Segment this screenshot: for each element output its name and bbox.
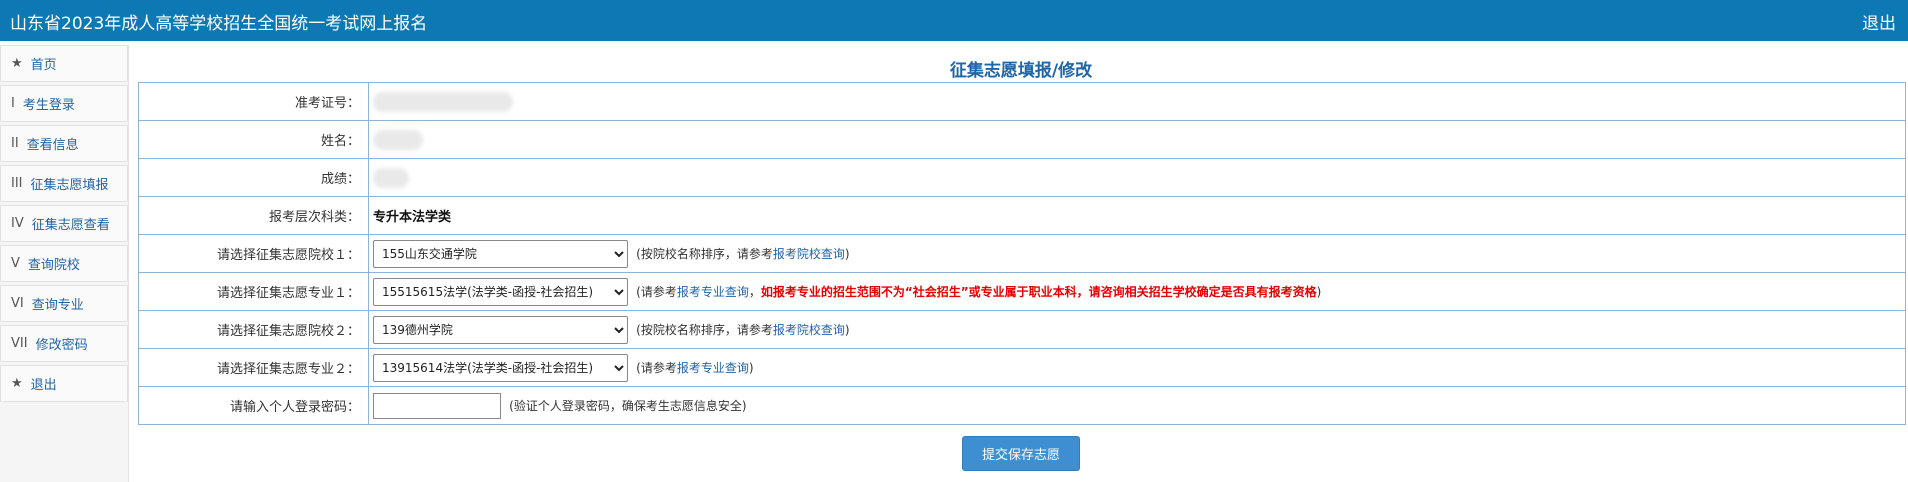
sidebar-item-login[interactable]: I 考生登录: [0, 85, 128, 122]
submit-volunteer-button[interactable]: 提交保存志愿: [962, 436, 1080, 471]
hint-text: (按院校名称排序，请参考: [636, 323, 773, 337]
sidebar-item-number: IV: [11, 216, 24, 231]
sidebar-item-label: 征集志愿填报: [30, 178, 109, 193]
level-label: 报考层次科类：: [138, 196, 369, 235]
major-query-link[interactable]: 报考专业查询: [677, 361, 749, 375]
school-1-hint: (按院校名称排序，请参考报考院校查询): [636, 247, 849, 261]
sidebar-item-number: II: [11, 136, 19, 151]
hint-text: ): [748, 361, 754, 375]
major-1-select[interactable]: 15515615法学(法学类-函授-社会招生): [373, 277, 628, 306]
exam-number-label: 准考证号：: [138, 82, 369, 121]
score-value-redacted: [373, 167, 409, 188]
form-row-password: 请输入个人登录密码： (验证个人登录密码，确保考生志愿信息安全): [138, 386, 1906, 425]
sidebar-item-label: 首页: [30, 58, 57, 73]
school-2-hint: (按院校名称排序，请参考报考院校查询): [636, 323, 849, 337]
sidebar-item-query-school[interactable]: V 查询院校: [0, 245, 128, 282]
sidebar: ★ 首页 I 考生登录 II 查看信息 III 征集志愿填报 IV 征集志愿查看…: [0, 45, 129, 482]
school-query-link[interactable]: 报考院校查询: [773, 323, 845, 337]
form-row-score: 成绩：: [138, 158, 1906, 197]
hint-text: (请参考: [636, 361, 677, 375]
sidebar-item-label: 退出: [30, 378, 57, 393]
sidebar-item-number: I: [11, 96, 15, 111]
sidebar-item-number: III: [11, 176, 23, 191]
form-row-level: 报考层次科类： 专升本法学类: [138, 196, 1906, 235]
level-value: 专升本法学类: [368, 196, 1906, 235]
major-2-select[interactable]: 13915614法学(法学类-函授-社会招生): [373, 353, 628, 382]
password-label: 请输入个人登录密码：: [138, 386, 369, 425]
hint-text: (按院校名称排序，请参考: [636, 247, 773, 261]
school-query-link[interactable]: 报考院校查询: [773, 247, 845, 261]
sidebar-item-number: VI: [11, 296, 24, 311]
name-label: 姓名：: [138, 120, 369, 159]
school-1-label: 请选择征集志愿院校１：: [138, 234, 369, 273]
name-value-redacted: [373, 129, 423, 150]
form-row-major-1: 请选择征集志愿专业１： 15515615法学(法学类-函授-社会招生) (请参考…: [138, 272, 1906, 311]
school-2-select[interactable]: 139德州学院: [373, 315, 628, 344]
hint-text: ): [844, 247, 850, 261]
major-2-label: 请选择征集志愿专业２：: [138, 348, 369, 387]
volunteer-form-table: 准考证号： 姓名： 成绩： 报考层次科类： 专升本法学类 请选择征集志愿院校１：: [138, 82, 1906, 425]
hint-text: ): [1316, 285, 1322, 299]
hint-text: (请参考: [636, 285, 677, 299]
password-input[interactable]: [373, 392, 501, 419]
school-1-select[interactable]: 155山东交通学院: [373, 239, 628, 268]
sidebar-item-fill-volunteer[interactable]: III 征集志愿填报: [0, 165, 128, 202]
sidebar-item-view-info[interactable]: II 查看信息: [0, 125, 128, 162]
sidebar-item-number: VII: [11, 336, 28, 351]
form-row-school-2: 请选择征集志愿院校２： 139德州学院 (按院校名称排序，请参考报考院校查询): [138, 310, 1906, 349]
sidebar-item-view-volunteer[interactable]: IV 征集志愿查看: [0, 205, 128, 242]
sidebar-item-label: 修改密码: [35, 338, 88, 353]
sidebar-item-label: 查询院校: [27, 258, 80, 273]
sidebar-item-number: V: [11, 256, 20, 271]
star-icon: ★: [11, 376, 23, 391]
score-label: 成绩：: [138, 158, 369, 197]
logout-link[interactable]: 退出: [1862, 9, 1896, 34]
sidebar-item-change-password[interactable]: VII 修改密码: [0, 325, 128, 362]
hint-text: ): [844, 323, 850, 337]
major-1-label: 请选择征集志愿专业１：: [138, 272, 369, 311]
sidebar-item-label: 查看信息: [26, 138, 79, 153]
sidebar-item-label: 考生登录: [22, 98, 75, 113]
sidebar-item-logout[interactable]: ★ 退出: [0, 365, 128, 402]
hint-text: ，: [748, 285, 761, 299]
sidebar-item-label: 查询专业: [31, 298, 84, 313]
app-title: 山东省2023年成人高等学校招生全国统一考试网上报名: [10, 14, 428, 34]
exam-number-value-redacted: [373, 91, 513, 112]
form-row-exam-number: 准考证号：: [138, 82, 1906, 121]
major-query-link[interactable]: 报考专业查询: [677, 285, 749, 299]
sidebar-item-query-major[interactable]: VI 查询专业: [0, 285, 128, 322]
sidebar-item-home[interactable]: ★ 首页: [0, 45, 128, 82]
star-icon: ★: [11, 56, 23, 71]
top-header: 山东省2023年成人高等学校招生全国统一考试网上报名 退出: [0, 0, 1908, 41]
major-2-hint: (请参考报考专业查询): [636, 361, 753, 375]
password-hint: (验证个人登录密码，确保考生志愿信息安全): [509, 399, 747, 413]
form-row-school-1: 请选择征集志愿院校１： 155山东交通学院 (按院校名称排序，请参考报考院校查询…: [138, 234, 1906, 273]
school-2-label: 请选择征集志愿院校２：: [138, 310, 369, 349]
form-row-major-2: 请选择征集志愿专业２： 13915614法学(法学类-函授-社会招生) (请参考…: [138, 348, 1906, 387]
major-1-hint: (请参考报考专业查询，如报考专业的招生范围不为“社会招生”或专业属于职业本科，请…: [636, 285, 1321, 299]
major-warning-text: 如报考专业的招生范围不为“社会招生”或专业属于职业本科，请咨询相关招生学校确定是…: [760, 285, 1317, 299]
sidebar-item-label: 征集志愿查看: [31, 218, 110, 233]
page-title: 征集志愿填报/修改: [949, 61, 1093, 81]
form-row-name: 姓名：: [138, 120, 1906, 159]
